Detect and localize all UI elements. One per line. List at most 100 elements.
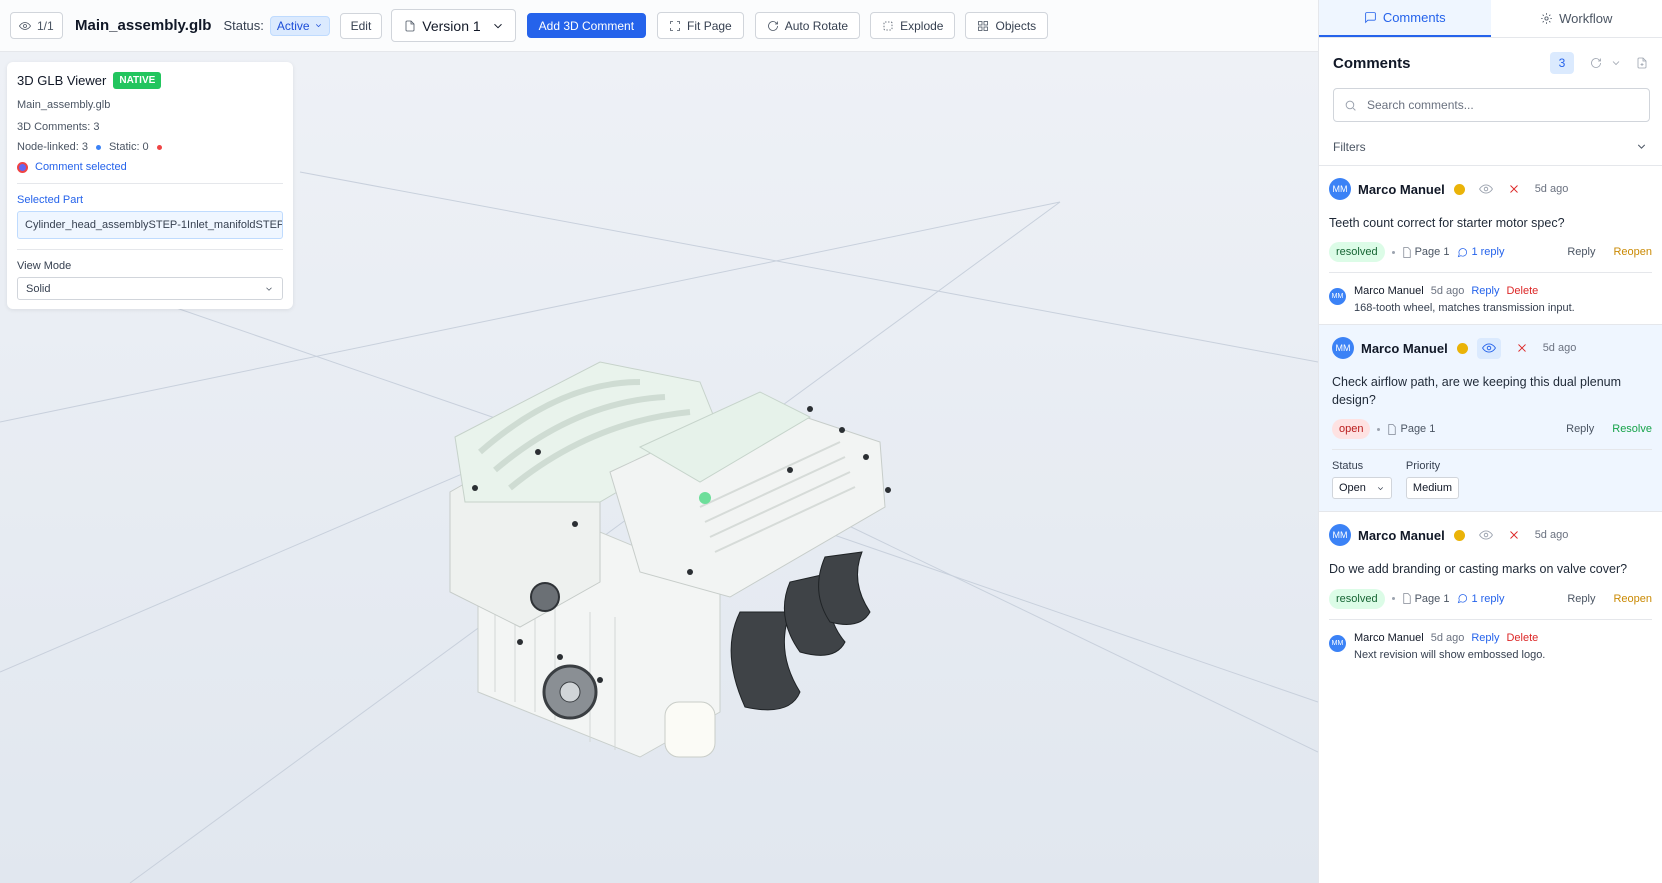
- status-badge: resolved: [1329, 588, 1385, 609]
- avatar: MM: [1329, 524, 1351, 547]
- native-badge: NATIVE: [113, 72, 162, 89]
- replies-count[interactable]: 1 reply: [1471, 593, 1504, 605]
- message-circle-icon: [1458, 594, 1468, 604]
- refresh-icon[interactable]: [1590, 57, 1602, 69]
- comment-card[interactable]: MM Marco Manuel 5d ago Teeth count corre…: [1319, 166, 1662, 326]
- eye-icon[interactable]: [1478, 528, 1493, 542]
- priority-field-label: Priority: [1405, 460, 1441, 473]
- status-label: Status:: [223, 18, 264, 33]
- status-value: Active: [276, 18, 310, 33]
- add-3d-comment-button[interactable]: Add 3D Comment: [526, 13, 647, 38]
- comment-selected-label: Comment selected: [35, 161, 127, 173]
- info-comments-count: 3D Comments: 3: [17, 121, 100, 133]
- reply-link[interactable]: Reply: [1471, 632, 1499, 644]
- reply-time: 5d ago: [1430, 285, 1465, 298]
- close-icon[interactable]: [1516, 342, 1528, 354]
- comment-page: Page 1: [1400, 423, 1436, 436]
- filters-label: Filters: [1333, 139, 1366, 154]
- auto-rotate-label: Auto Rotate: [784, 18, 849, 33]
- selected-part-title: Selected Part: [17, 194, 84, 206]
- priority-select-value: Medium: [1412, 482, 1453, 495]
- sidebar-tabs: Comments Workflow: [1319, 0, 1662, 38]
- auto-rotate-button[interactable]: Auto Rotate: [754, 12, 861, 39]
- view-mode-select[interactable]: Solid: [17, 277, 283, 300]
- close-icon[interactable]: [1508, 183, 1520, 195]
- selected-part-field[interactable]: Cylinder_head_assemblySTEP-1Inlet_manifo…: [17, 211, 283, 239]
- comments-count-badge: 3: [1550, 52, 1574, 74]
- reply-time: 5d ago: [1430, 631, 1465, 644]
- reply-button[interactable]: Reply: [1567, 246, 1595, 258]
- info-file-name: Main_assembly.glb: [17, 99, 111, 111]
- engine-model[interactable]: [449, 361, 891, 758]
- fit-page-button[interactable]: Fit Page: [657, 12, 744, 39]
- tab-workflow-label: Workflow: [1559, 11, 1613, 26]
- divider: [17, 249, 283, 250]
- tab-workflow[interactable]: Workflow: [1491, 0, 1662, 37]
- message-square-icon: [1365, 12, 1376, 24]
- grid-icon: [978, 20, 989, 31]
- eye-toggle-active[interactable]: [1476, 337, 1501, 359]
- tab-comments[interactable]: Comments: [1319, 0, 1491, 37]
- status-select[interactable]: Open: [1332, 477, 1392, 500]
- info-node-counts: Node-linked: 3 Static: 0: [17, 141, 283, 153]
- chevron-down-icon: [315, 24, 321, 28]
- delete-link[interactable]: Delete: [1506, 285, 1538, 297]
- refresh-icon: [767, 20, 778, 31]
- file-icon: [405, 20, 415, 31]
- divider: [17, 183, 283, 184]
- reply-button[interactable]: Reply: [1566, 423, 1594, 435]
- avatar: MM: [1329, 288, 1346, 306]
- search-icon: [1345, 100, 1356, 111]
- resolve-button[interactable]: Resolve: [1612, 423, 1652, 435]
- reply-text: 168-tooth wheel, matches transmission in…: [1354, 302, 1575, 315]
- comment-text: Do we add branding or casting marks on v…: [1329, 562, 1628, 577]
- chevron-down-icon: [1637, 144, 1646, 149]
- reopen-button[interactable]: Reopen: [1613, 246, 1652, 258]
- replies-count[interactable]: 1 reply: [1471, 246, 1504, 258]
- search-comments-input[interactable]: Search comments...: [1333, 88, 1650, 122]
- edit-button[interactable]: Edit: [339, 12, 383, 39]
- search-placeholder: Search comments...: [1367, 98, 1474, 112]
- objects-button[interactable]: Objects: [965, 12, 1049, 39]
- filters-toggle[interactable]: Filters: [1319, 128, 1662, 166]
- delete-link[interactable]: Delete: [1506, 632, 1538, 644]
- chevron-down-icon: [1377, 487, 1383, 490]
- node-linked-dot: [95, 144, 101, 150]
- view-mode-value: Solid: [26, 282, 51, 295]
- maximize-icon: [670, 20, 680, 31]
- avatar: MM: [1329, 178, 1351, 200]
- explode-icon: [883, 21, 893, 30]
- close-icon[interactable]: [1508, 529, 1520, 541]
- reply-author: Marco Manuel: [1354, 631, 1424, 644]
- reply-button[interactable]: Reply: [1567, 593, 1595, 605]
- version-label: Version 1: [422, 17, 481, 34]
- status-dropdown[interactable]: Active: [269, 15, 330, 36]
- priority-dot: [1453, 183, 1465, 195]
- comment-card-selected[interactable]: MM Marco Manuel 5d ago Check airflow pat…: [1319, 325, 1662, 513]
- export-file-icon[interactable]: [1636, 57, 1648, 69]
- comment-text: Check airflow path, are we keeping this …: [1332, 375, 1622, 408]
- explode-label: Explode: [900, 18, 944, 33]
- file-title: Main_assembly.glb: [75, 17, 212, 34]
- chevron-down-icon[interactable]: [1610, 57, 1622, 69]
- reply-link[interactable]: Reply: [1471, 285, 1499, 297]
- eye-icon[interactable]: [1478, 182, 1493, 196]
- priority-select[interactable]: Medium: [1405, 477, 1460, 500]
- status-badge: open: [1332, 419, 1371, 440]
- version-dropdown[interactable]: Version 1: [391, 9, 516, 42]
- comment-card[interactable]: MM Marco Manuel 5d ago Do we add brandin…: [1319, 512, 1662, 670]
- node-linked-count: Node-linked: 3: [17, 141, 88, 153]
- comments-sidebar: Comments Workflow Comments 3 Search comm…: [1318, 0, 1662, 883]
- comment-time: 5d ago: [1534, 529, 1569, 542]
- comment-edit-fields: Status Open Priority Medium: [1332, 449, 1652, 511]
- static-count: Static: 0: [108, 141, 149, 153]
- comment-time: 5d ago: [1542, 342, 1577, 355]
- reopen-button[interactable]: Reopen: [1613, 593, 1652, 605]
- page-counter[interactable]: 1/1: [10, 12, 63, 39]
- avatar: MM: [1329, 634, 1346, 652]
- comments-title: Comments: [1333, 54, 1411, 72]
- explode-button[interactable]: Explode: [870, 12, 956, 39]
- comment-marker[interactable]: [699, 492, 711, 504]
- page-icon: [1403, 246, 1411, 258]
- page-icon: [1403, 593, 1411, 604]
